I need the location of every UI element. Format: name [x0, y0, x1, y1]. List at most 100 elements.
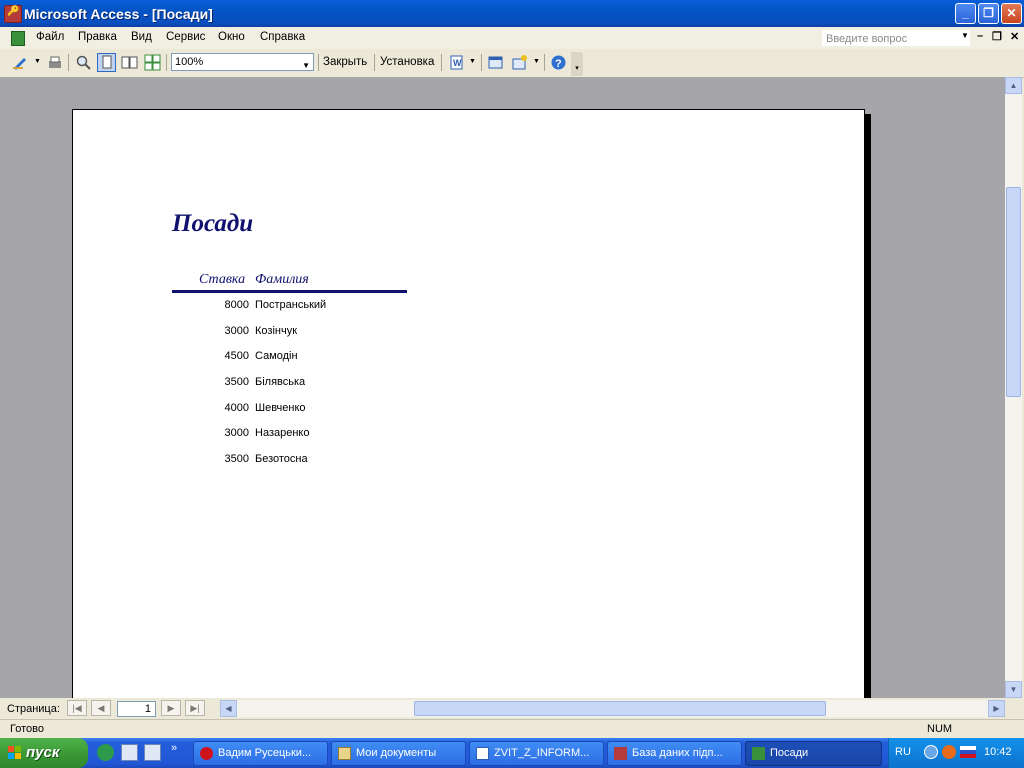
- page-number-input[interactable]: 1: [117, 701, 156, 717]
- page-label: Страница:: [7, 703, 60, 715]
- close-button[interactable]: ✕: [1001, 3, 1022, 24]
- row-rate: 8000: [224, 299, 249, 311]
- report-page[interactable]: Посади Ставка Фамилия 8000 Постранський …: [72, 109, 865, 698]
- scroll-right-button[interactable]: ▶: [988, 700, 1005, 717]
- taskbar-item-label: База даних підп...: [632, 747, 723, 759]
- table-row: 3500 Білявська: [193, 376, 443, 392]
- help-dropdown-icon[interactable]: ▼: [961, 31, 969, 40]
- scroll-down-button[interactable]: ▼: [1005, 681, 1022, 698]
- row-name: Білявська: [255, 376, 306, 388]
- column-header-surname: Фамилия: [255, 272, 309, 287]
- menu-view[interactable]: Вид: [131, 31, 152, 43]
- tray-flag-icon[interactable]: [960, 746, 976, 758]
- tray-app-icon[interactable]: [942, 745, 956, 759]
- tray-back-icon[interactable]: [924, 745, 938, 759]
- taskbar-item-label: Вадим Русецьки...: [218, 747, 312, 759]
- office-links-word-icon[interactable]: W: [447, 53, 466, 72]
- row-rate: 4500: [224, 350, 249, 362]
- help-icon[interactable]: ?: [549, 53, 568, 72]
- taskbar-item-opera[interactable]: Вадим Русецьки...: [193, 741, 328, 766]
- vertical-scroll-thumb[interactable]: [1006, 187, 1021, 397]
- multiple-pages-icon[interactable]: [143, 53, 162, 72]
- mdi-minimize-button[interactable]: –: [977, 30, 983, 42]
- quicklaunch-more-icon[interactable]: »: [171, 742, 177, 754]
- menu-edit[interactable]: Правка: [78, 31, 117, 43]
- windows-logo-icon: [8, 746, 21, 759]
- toolbar-separator: [68, 54, 69, 71]
- status-text: Готово: [10, 723, 44, 735]
- taskbar-item-database[interactable]: База даних підп...: [607, 741, 742, 766]
- scroll-left-button[interactable]: ◀: [220, 700, 237, 717]
- window-title: Microsoft Access - [Посади]: [24, 6, 213, 22]
- one-page-icon[interactable]: [97, 53, 116, 72]
- two-pages-icon[interactable]: [120, 53, 139, 72]
- row-rate: 3500: [224, 453, 249, 465]
- opera-icon: [200, 747, 213, 760]
- table-row: 4000 Шевченко: [193, 402, 443, 418]
- taskbar-item-posadi[interactable]: Посади: [745, 741, 882, 766]
- zoom-select[interactable]: 100% ▼: [171, 53, 314, 71]
- clock[interactable]: 10:42: [984, 746, 1012, 758]
- database-window-icon[interactable]: [486, 53, 505, 72]
- taskbar-item-label: ZVIT_Z_INFORM...: [494, 747, 590, 759]
- previous-page-button[interactable]: ◀: [91, 700, 111, 716]
- language-indicator[interactable]: RU: [895, 746, 911, 758]
- taskbar-item-label: Мои документы: [356, 747, 437, 759]
- zoom-magnifier-icon[interactable]: [74, 53, 93, 72]
- menu-window[interactable]: Окно: [218, 31, 245, 43]
- svg-text:?: ?: [555, 58, 562, 70]
- quicklaunch-utorrent-icon[interactable]: [97, 744, 114, 761]
- office-links-dropdown-icon[interactable]: ▼: [469, 58, 476, 65]
- header-underline: [172, 290, 407, 293]
- row-name: Самодін: [255, 350, 298, 362]
- print-icon[interactable]: [45, 53, 64, 72]
- row-name: Козінчук: [255, 325, 298, 337]
- taskbar-item-my-documents[interactable]: Мои документы: [331, 741, 466, 766]
- scroll-up-button[interactable]: ▲: [1005, 77, 1022, 94]
- design-view-icon[interactable]: [11, 53, 30, 72]
- toolbar-separator: [318, 54, 319, 71]
- next-page-button[interactable]: ▶: [161, 700, 181, 716]
- taskbar-item-word-doc[interactable]: ZVIT_Z_INFORM...: [469, 741, 604, 766]
- access-icon: [614, 747, 627, 760]
- toolbar-separator: [166, 54, 167, 71]
- chevron-down-icon[interactable]: ▼: [302, 58, 310, 74]
- database-icon[interactable]: [11, 31, 25, 46]
- toolbar-separator: [544, 54, 545, 71]
- quicklaunch-window-icon[interactable]: [121, 744, 138, 761]
- close-preview-button[interactable]: Закрыть: [323, 56, 367, 68]
- row-name: Постранський: [255, 299, 327, 311]
- restore-button[interactable]: ❐: [978, 3, 999, 24]
- zoom-value: 100%: [175, 56, 204, 68]
- new-object-icon[interactable]: [510, 53, 529, 72]
- row-name: Назаренко: [255, 427, 310, 439]
- page-setup-button[interactable]: Установка: [380, 56, 434, 68]
- row-rate: 3000: [224, 427, 249, 439]
- row-rate: 3000: [224, 325, 249, 337]
- folder-icon: [338, 747, 351, 760]
- table-row: 3500 Безотосна: [193, 453, 443, 469]
- quicklaunch-desktop-icon[interactable]: [144, 744, 161, 761]
- num-lock-indicator: NUM: [927, 723, 953, 735]
- view-dropdown-icon[interactable]: ▼: [34, 58, 41, 65]
- help-question-input[interactable]: Введите вопрос: [822, 30, 970, 46]
- table-row: 3000 Козінчук: [193, 325, 443, 341]
- column-header-rate: Ставка: [199, 272, 246, 287]
- word-document-icon: [476, 747, 489, 760]
- toolbar-options-icon[interactable]: ▾: [571, 52, 583, 76]
- last-page-button[interactable]: ▶|: [185, 700, 205, 716]
- mdi-close-button[interactable]: ✕: [1010, 30, 1019, 43]
- menu-tools[interactable]: Сервис: [166, 31, 205, 43]
- row-name: Шевченко: [255, 402, 306, 414]
- access-app-icon[interactable]: [4, 5, 22, 23]
- row-rate: 4000: [224, 402, 249, 414]
- minimize-button[interactable]: _: [955, 3, 976, 24]
- horizontal-scroll-thumb[interactable]: [414, 701, 826, 716]
- new-object-dropdown-icon[interactable]: ▼: [533, 58, 540, 65]
- menu-file[interactable]: Файл: [36, 31, 64, 43]
- first-page-button[interactable]: |◀: [67, 700, 87, 716]
- status-bar: [0, 719, 1024, 739]
- mdi-restore-button[interactable]: ❐: [992, 30, 1002, 43]
- preview-workspace: Посади Ставка Фамилия 8000 Постранський …: [0, 77, 1005, 698]
- menu-help[interactable]: Справка: [260, 31, 305, 43]
